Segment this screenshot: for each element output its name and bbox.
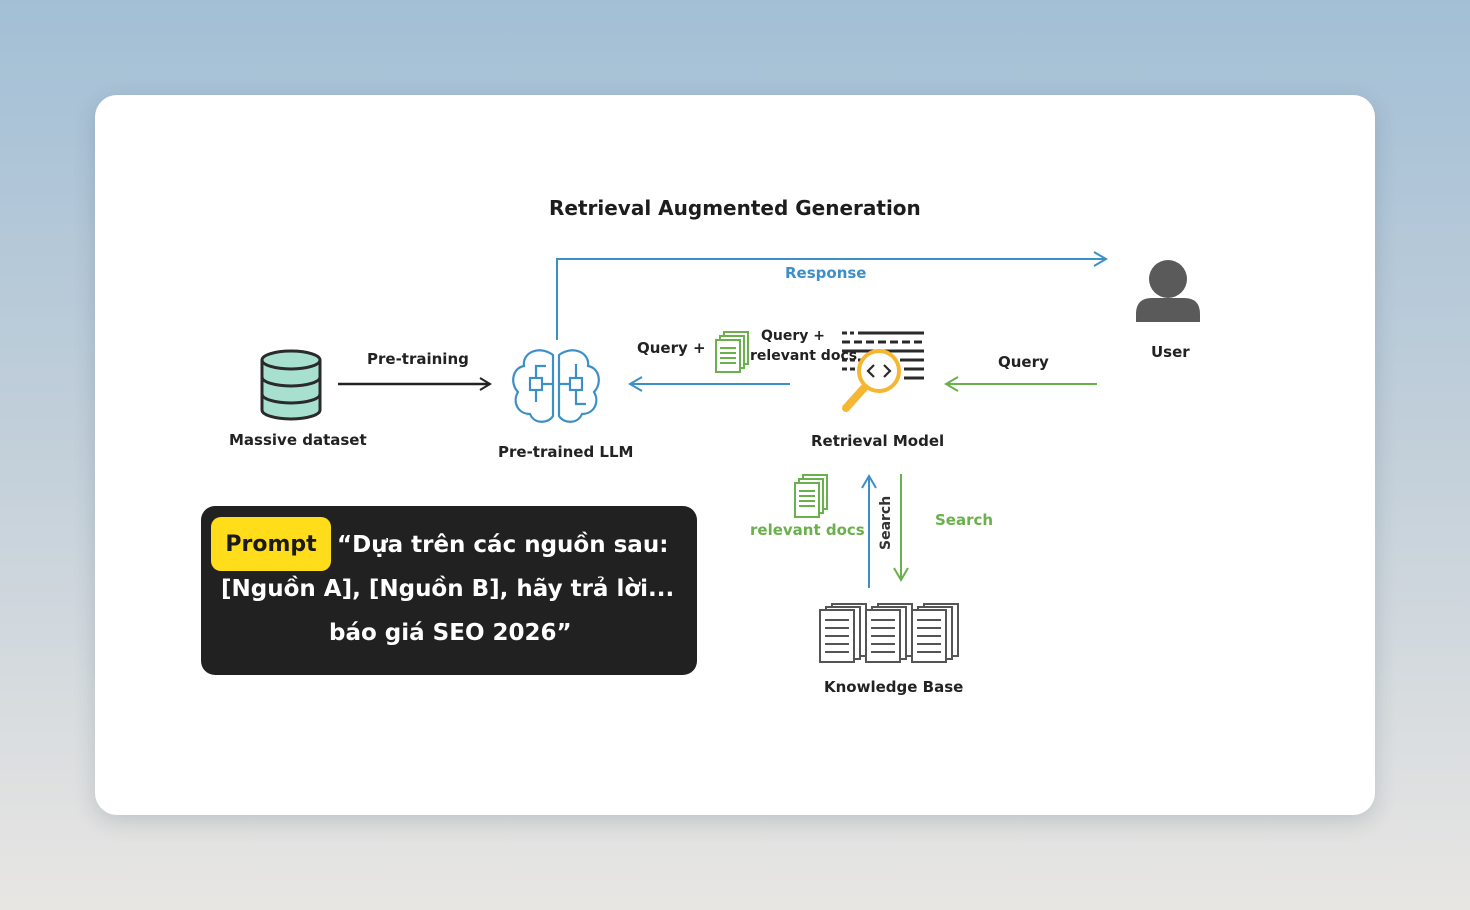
retrieval-model-label: Retrieval Model [811, 432, 945, 450]
user-icon [1136, 260, 1200, 322]
retrieval-model-icon [842, 331, 924, 412]
search-vertical-label: Search [878, 496, 894, 550]
user-label: User [1151, 343, 1190, 361]
prompt-text-line2: [Nguồn A], [Nguồn B], hãy trả lời... [221, 576, 675, 602]
rag-diagram: Search [260, 251, 1200, 663]
documents-icon [715, 331, 749, 373]
database-icon [260, 349, 322, 421]
user-query-label: Query [998, 353, 1049, 371]
query-docs-label-line2: relevant docs [750, 348, 858, 364]
relevant-docs-icon [794, 474, 828, 518]
knowledge-base-label: Knowledge Base [824, 678, 964, 696]
relevant-docs-label: relevant docs [750, 521, 865, 539]
dataset-label: Massive dataset [229, 431, 367, 449]
diagram-title: Retrieval Augmented Generation [549, 196, 921, 220]
prompt-badge: Prompt [211, 517, 331, 571]
query-plus-label: Query + [637, 339, 706, 357]
llm-label: Pre-trained LLM [498, 443, 634, 461]
response-label: Response [785, 264, 867, 282]
prompt-text-line3: báo giá SEO 2026” [329, 620, 572, 646]
pretraining-label: Pre-training [367, 350, 469, 368]
search-label: Search [935, 511, 994, 529]
prompt-text-line1: “Dựa trên các nguồn sau: [337, 532, 669, 558]
knowledge-base-icon [819, 603, 959, 663]
query-docs-label-line1: Query + [761, 328, 825, 344]
brain-icon [512, 349, 600, 423]
